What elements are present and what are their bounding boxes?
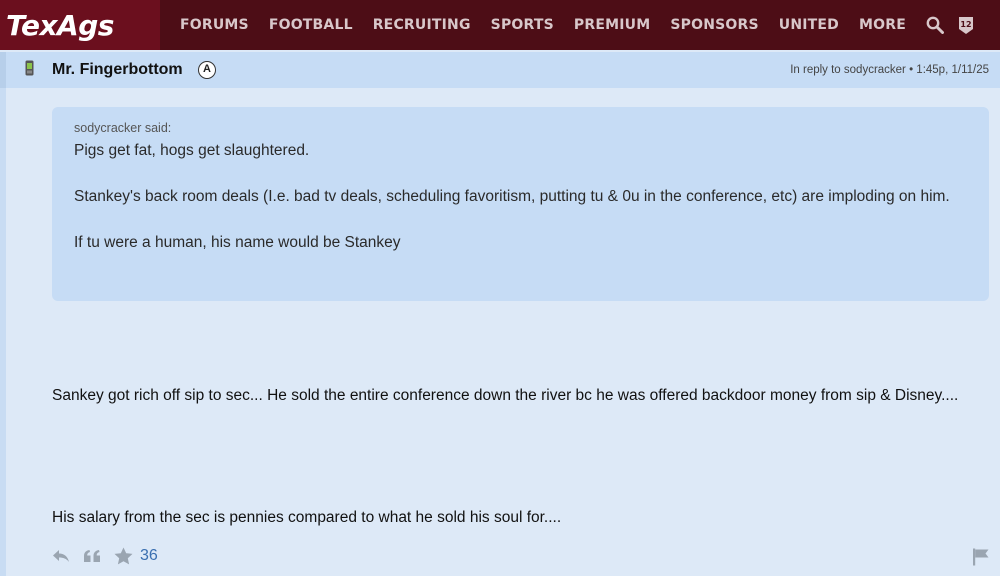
reply-info[interactable]: In reply to sodycracker • 1:45p, 1/11/25 — [790, 64, 989, 76]
site-logo: TexAgs — [6, 8, 114, 42]
post-body-paragraph: Sankey got rich off sip to sec... He sol… — [52, 387, 959, 404]
nav-recruiting[interactable]: RECRUITING — [373, 17, 471, 33]
mobile-phone-icon — [25, 60, 34, 76]
post-body-paragraph: His salary from the sec is pennies compa… — [52, 509, 562, 526]
post-author-name[interactable]: Mr. Fingerbottom — [52, 61, 183, 79]
post-left-stripe — [0, 88, 6, 576]
quote-block: sodycracker said: Pigs get fat, hogs get… — [52, 107, 989, 301]
user-badge: A — [198, 61, 216, 79]
reply-icon[interactable] — [52, 549, 70, 563]
svg-text:12: 12 — [960, 20, 971, 29]
logo-link[interactable]: TexAgs — [0, 0, 160, 50]
post-header-stripe — [0, 52, 6, 88]
star-icon[interactable] — [114, 547, 133, 565]
nav-more[interactable]: MORE — [859, 17, 906, 33]
flag-icon[interactable] — [972, 548, 990, 571]
search-icon[interactable] — [926, 16, 944, 34]
quote-line: Pigs get fat, hogs get slaughtered. — [74, 142, 310, 159]
quote-author[interactable]: sodycracker said: — [74, 121, 967, 135]
like-count[interactable]: 36 — [140, 547, 158, 565]
nav-forums[interactable]: FORUMS — [180, 17, 249, 33]
nav-premium[interactable]: PREMIUM — [574, 17, 650, 33]
nav-sponsors[interactable]: SPONSORS — [670, 17, 758, 33]
nav-sports[interactable]: SPORTS — [491, 17, 554, 33]
quote-icon[interactable] — [83, 549, 101, 563]
post-actions: 36 — [52, 547, 158, 565]
quote-line: Stankey's back room deals (I.e. bad tv d… — [74, 188, 950, 205]
post-header: Mr. Fingerbottom A In reply to sodycrack… — [0, 52, 1000, 88]
nav-menu: FORUMS FOOTBALL RECRUITING SPORTS PREMIU… — [180, 16, 988, 35]
nav-football[interactable]: FOOTBALL — [269, 17, 353, 33]
top-navigation: TexAgs FORUMS FOOTBALL RECRUITING SPORTS… — [0, 0, 1000, 50]
quote-line: If tu were a human, his name would be St… — [74, 234, 401, 251]
12th-man-icon[interactable]: 12 — [958, 16, 974, 35]
nav-united[interactable]: UNITED — [779, 17, 839, 33]
